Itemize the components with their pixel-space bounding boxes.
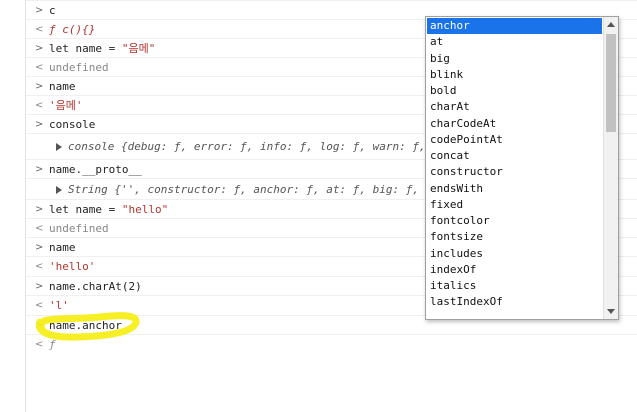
console-input-text: c bbox=[49, 4, 56, 17]
output-prompt-icon: < bbox=[35, 300, 44, 311]
autocomplete-item[interactable]: fontcolor bbox=[427, 213, 602, 229]
console-output-text: '음메' bbox=[49, 99, 83, 112]
input-prompt-icon: > bbox=[35, 204, 44, 215]
output-prompt-icon: < bbox=[35, 339, 44, 350]
output-prompt-icon: < bbox=[35, 24, 44, 35]
input-prompt-icon: > bbox=[35, 242, 44, 253]
output-prompt-icon: < bbox=[35, 100, 44, 111]
output-prompt-icon: < bbox=[35, 62, 44, 73]
autocomplete-item[interactable]: big bbox=[427, 51, 602, 67]
autocomplete-scrollbar[interactable] bbox=[603, 17, 618, 319]
autocomplete-item[interactable]: at bbox=[427, 34, 602, 50]
autocomplete-item[interactable]: italics bbox=[427, 278, 602, 294]
console-input-text: name bbox=[49, 241, 76, 254]
console-output-text: undefined bbox=[49, 61, 109, 74]
autocomplete-item[interactable]: includes bbox=[427, 246, 602, 262]
output-prompt-icon: < bbox=[35, 261, 44, 272]
autocomplete-item[interactable]: bold bbox=[427, 83, 602, 99]
scroll-up-arrow-icon[interactable] bbox=[607, 22, 615, 27]
console-input-text[interactable]: name.anchor bbox=[49, 316, 122, 334]
console-output-text: 'l' bbox=[49, 299, 69, 312]
input-prompt-icon: > bbox=[35, 281, 44, 292]
scroll-down-arrow-icon[interactable] bbox=[607, 309, 615, 314]
expand-triangle-icon[interactable] bbox=[56, 143, 62, 151]
input-prompt-icon: > bbox=[35, 43, 44, 54]
console-input-text: let name = "hello" bbox=[49, 200, 168, 218]
autocomplete-item[interactable]: constructor bbox=[427, 164, 602, 180]
autocomplete-item[interactable]: fontsize bbox=[427, 229, 602, 245]
console-output-row: < ƒ bbox=[26, 334, 637, 353]
console-input-text: let name = "음메" bbox=[49, 39, 155, 57]
console-object-preview[interactable]: String {'', constructor: ƒ, anchor: ƒ, a… bbox=[56, 179, 419, 199]
autocomplete-item[interactable]: blink bbox=[427, 67, 602, 83]
autocomplete-item[interactable]: anchor bbox=[427, 18, 602, 35]
autocomplete-item[interactable]: indexOf bbox=[427, 262, 602, 278]
autocomplete-popup[interactable]: anchor at big blink bold charAt charCode… bbox=[425, 16, 619, 320]
autocomplete-item[interactable]: concat bbox=[427, 148, 602, 164]
autocomplete-item[interactable]: charAt bbox=[427, 99, 602, 115]
console-input-text: name bbox=[49, 80, 76, 93]
console-gutter bbox=[0, 0, 26, 412]
console-output-text: undefined bbox=[49, 222, 109, 235]
autocomplete-item[interactable]: endsWith bbox=[427, 181, 602, 197]
input-prompt-icon: > bbox=[35, 119, 44, 130]
console-output-text: ƒ c(){} bbox=[49, 23, 96, 36]
autocomplete-item[interactable]: lastIndexOf bbox=[427, 294, 602, 310]
autocomplete-item[interactable]: codePointAt bbox=[427, 132, 602, 148]
input-prompt-icon: > bbox=[35, 164, 44, 175]
autocomplete-item[interactable]: charCodeAt bbox=[427, 116, 602, 132]
console-input-text: console bbox=[49, 118, 96, 131]
string-literal: "hello" bbox=[121, 203, 169, 216]
autocomplete-list[interactable]: anchor at big blink bold charAt charCode… bbox=[427, 18, 602, 311]
scrollbar-thumb[interactable] bbox=[606, 34, 616, 132]
code-text: let name = bbox=[49, 203, 122, 216]
console-output-text: 'hello' bbox=[49, 260, 96, 273]
object-preview-text: console {debug: ƒ, error: ƒ, info: ƒ, lo… bbox=[68, 140, 426, 153]
console-input-text: name.charAt(2) bbox=[49, 280, 142, 293]
autocomplete-item[interactable]: fixed bbox=[427, 197, 602, 213]
output-prompt-icon: < bbox=[35, 223, 44, 234]
expand-triangle-icon[interactable] bbox=[56, 186, 62, 194]
input-prompt-icon: > bbox=[35, 320, 44, 331]
console-output-text: ƒ bbox=[49, 338, 56, 351]
console-input-text: name.__proto__ bbox=[49, 163, 142, 176]
input-prompt-icon: > bbox=[35, 81, 44, 92]
object-preview-text: String {'', constructor: ƒ, anchor: ƒ, a… bbox=[68, 183, 419, 196]
string-literal: "음메" bbox=[121, 42, 156, 55]
input-prompt-icon: > bbox=[35, 5, 44, 16]
console-object-preview[interactable]: console {debug: ƒ, error: ƒ, info: ƒ, lo… bbox=[56, 134, 426, 159]
code-text: let name = bbox=[49, 42, 122, 55]
